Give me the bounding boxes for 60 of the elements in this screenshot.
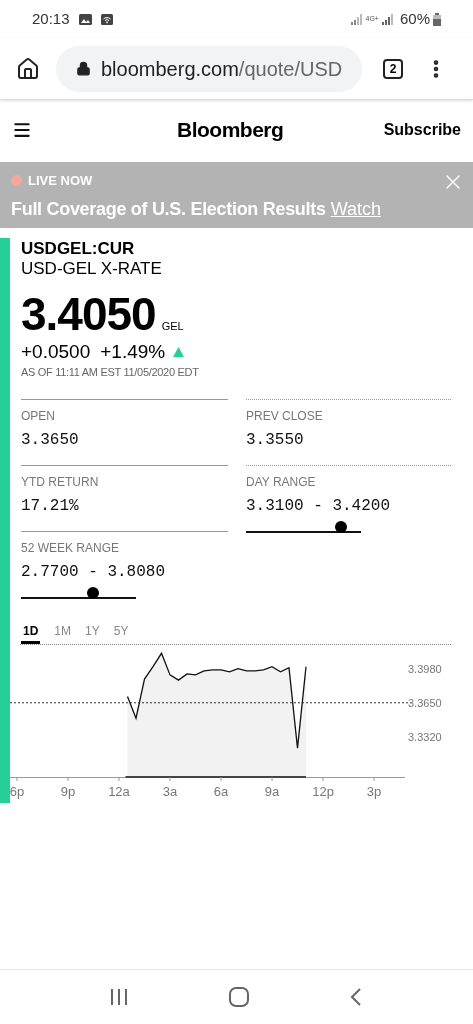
battery-icon xyxy=(433,12,441,26)
x-tick-label: 3a xyxy=(162,783,178,799)
timestamp: AS OF 11:11 AM EST 11/05/2020 EDT xyxy=(21,365,200,380)
currency: GEL xyxy=(161,318,184,334)
live-label: LIVE NOW xyxy=(28,172,93,190)
stat-label: OPEN xyxy=(21,408,56,423)
x-tick xyxy=(220,776,222,781)
range-tab[interactable]: 1Y xyxy=(85,621,100,644)
x-tick-label: 9p xyxy=(60,783,76,799)
x-tick xyxy=(271,776,273,781)
stat-value: 3.3100 - 3.4200 xyxy=(246,495,392,516)
x-tick-label: 9a xyxy=(264,783,280,799)
x-tick xyxy=(169,776,171,781)
instrument-name: USD-GEL X-RATE xyxy=(21,259,163,279)
stat-label: YTD RETURN xyxy=(21,474,100,489)
x-tick xyxy=(67,776,69,781)
url-host: bloomberg.com xyxy=(101,56,239,82)
percent-change: +1.49% xyxy=(100,341,166,363)
ticker: USDGEL:CUR xyxy=(21,239,136,259)
stat-value: 3.3550 xyxy=(246,429,305,450)
signal-icon xyxy=(381,13,394,25)
stat-value: 2.7700 - 3.8080 xyxy=(21,561,167,582)
y-tick-label: 3.3980 xyxy=(408,662,442,675)
x-tick xyxy=(322,776,324,781)
stat-label: 52 WEEK RANGE xyxy=(21,540,121,555)
url-path: /quote/USD xyxy=(238,56,343,82)
range-tab[interactable]: 5Y xyxy=(113,621,129,644)
stat-value: 3.3650 xyxy=(21,429,80,450)
x-tick-label: 6a xyxy=(213,783,229,799)
battery-percent: 60% xyxy=(399,8,430,29)
subscribe-link[interactable]: Subscribe xyxy=(383,118,461,142)
x-tick-label: 6p xyxy=(10,783,25,799)
image-icon xyxy=(78,13,92,25)
menu-icon[interactable] xyxy=(12,120,32,140)
address-bar[interactable]: bloomberg.com/quote/USD xyxy=(56,45,362,92)
stat-value: 17.21% xyxy=(21,495,80,516)
price-change: +0.0500 xyxy=(21,341,91,363)
home-icon[interactable] xyxy=(16,56,40,81)
x-tick xyxy=(373,776,375,781)
x-tick xyxy=(16,776,18,781)
lock-icon xyxy=(76,61,91,76)
clock: 20:13 xyxy=(32,8,70,29)
recent-apps-icon[interactable] xyxy=(110,989,128,1005)
range-tab[interactable]: 1M xyxy=(54,621,71,644)
price: 3.4050 xyxy=(21,292,156,336)
signal-icon xyxy=(350,13,363,25)
wifi-icon xyxy=(100,13,113,25)
site-logo[interactable]: Bloomberg xyxy=(177,114,284,146)
back-icon[interactable] xyxy=(350,988,363,1006)
tab-switcher[interactable]: 2 xyxy=(383,58,403,79)
range-tab[interactable]: 1D xyxy=(21,621,41,644)
x-tick-label: 12p xyxy=(312,783,334,799)
banner-headline: Full Coverage of U.S. Election Results xyxy=(11,197,326,221)
x-tick xyxy=(118,776,120,781)
stat-label: PREV CLOSE xyxy=(246,408,324,423)
stat-label: DAY RANGE xyxy=(246,474,317,489)
x-tick-label: 12a xyxy=(108,783,130,799)
x-tick-label: 3p xyxy=(366,783,382,799)
y-tick-label: 3.3650 xyxy=(408,696,442,709)
y-tick-label: 3.3320 xyxy=(408,730,442,743)
